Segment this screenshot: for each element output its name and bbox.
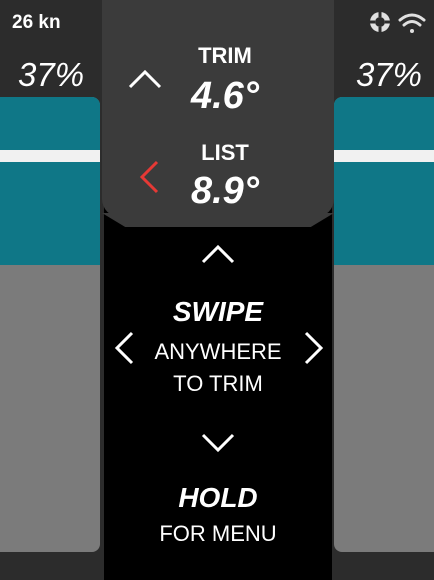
swipe-subtext-line2: TO TRIM: [173, 371, 263, 396]
list-label: LIST: [201, 140, 249, 165]
left-trim-tab-gauge[interactable]: [0, 97, 100, 552]
right-trim-tab-gauge[interactable]: [334, 97, 434, 552]
trim-value: 4.6°: [190, 75, 260, 117]
left-tab-fill: [0, 97, 100, 265]
swipe-subtext-line1: ANYWHERE: [154, 339, 282, 364]
hold-subtext: FOR MENU: [159, 521, 277, 546]
lifebuoy-icon: [370, 12, 390, 32]
right-tab-fill: [334, 97, 434, 265]
status-icons: [370, 12, 426, 33]
wifi-icon: [398, 13, 426, 33]
left-tab-percent: 37%: [18, 56, 85, 93]
list-left-chevron-icon[interactable]: [138, 159, 160, 195]
swipe-title: SWIPE: [172, 296, 264, 327]
swipe-down-chevron-icon: [201, 433, 235, 453]
list-value: 8.9°: [190, 170, 260, 212]
trim-label: TRIM: [198, 43, 252, 68]
left-tab-indicator: [0, 150, 100, 162]
trim-up-chevron-icon[interactable]: [127, 68, 163, 90]
right-tab-indicator: [334, 150, 434, 162]
hold-title: HOLD: [178, 482, 258, 513]
swipe-up-chevron-icon: [201, 244, 235, 264]
right-tab-percent: 37%: [355, 56, 422, 93]
speed-readout: 26 kn: [12, 12, 61, 33]
